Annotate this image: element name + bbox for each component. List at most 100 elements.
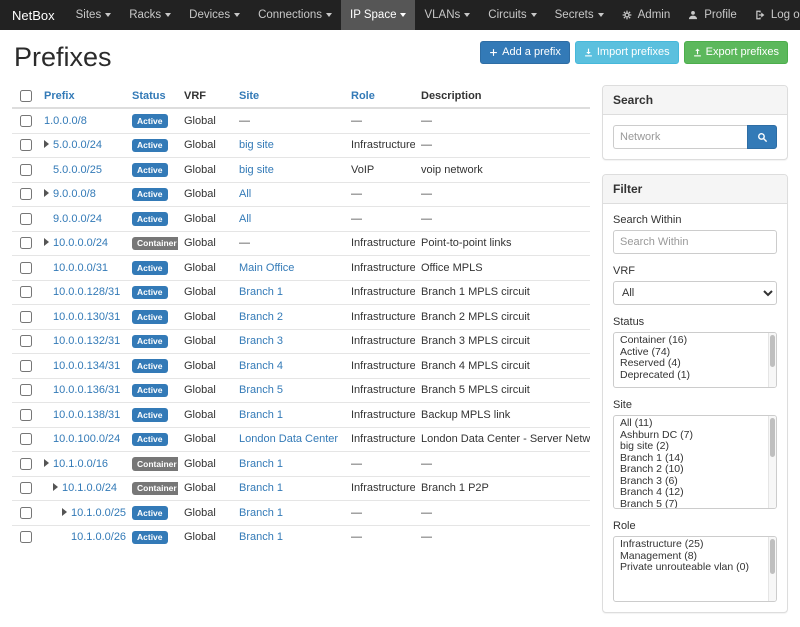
- site-link[interactable]: Branch 4: [239, 360, 283, 372]
- nav-item-log-out[interactable]: Log out: [746, 0, 800, 30]
- prefix-link[interactable]: 10.1.0.0/24: [62, 482, 117, 494]
- sort-link[interactable]: Site: [239, 90, 259, 102]
- option-reserved-4[interactable]: Reserved (4): [614, 358, 776, 370]
- prefix-link[interactable]: 10.0.0.0/31: [53, 262, 108, 274]
- nav-item-profile[interactable]: Profile: [679, 0, 746, 30]
- search-button[interactable]: [747, 125, 777, 149]
- prefix-link[interactable]: 10.0.0.130/31: [53, 311, 120, 323]
- expand-icon[interactable]: [44, 140, 49, 148]
- role-listbox[interactable]: Infrastructure (25)Management (8)Private…: [613, 536, 777, 602]
- site-link[interactable]: Branch 3: [239, 335, 283, 347]
- row-checkbox[interactable]: [20, 115, 32, 127]
- prefix-link[interactable]: 1.0.0.0/8: [44, 115, 87, 127]
- row-checkbox[interactable]: [20, 188, 32, 200]
- prefix-link[interactable]: 10.0.0.138/31: [53, 409, 120, 421]
- option-infrastructure-25[interactable]: Infrastructure (25): [614, 539, 776, 551]
- site-link[interactable]: Branch 5: [239, 384, 283, 396]
- select-all-checkbox[interactable]: [20, 90, 32, 102]
- row-checkbox[interactable]: [20, 409, 32, 421]
- status-listbox[interactable]: Container (16)Active (74)Reserved (4)Dep…: [613, 332, 777, 388]
- site-link[interactable]: big site: [239, 164, 274, 176]
- expand-icon[interactable]: [44, 189, 49, 197]
- row-checkbox[interactable]: [20, 360, 32, 372]
- row-checkbox[interactable]: [20, 433, 32, 445]
- option-active-74[interactable]: Active (74): [614, 347, 776, 359]
- prefix-link[interactable]: 10.0.0.0/24: [53, 237, 108, 249]
- row-checkbox[interactable]: [20, 311, 32, 323]
- nav-item-admin[interactable]: Admin: [613, 0, 680, 30]
- add-a-prefix-button[interactable]: Add a prefix: [480, 41, 570, 64]
- vrf-select[interactable]: All: [613, 281, 777, 305]
- option-branch-4-12[interactable]: Branch 4 (12): [614, 487, 776, 499]
- prefix-link[interactable]: 10.0.0.134/31: [53, 360, 120, 372]
- scrollbar[interactable]: [768, 416, 776, 508]
- search-within-input[interactable]: [613, 230, 777, 254]
- nav-item-racks[interactable]: Racks: [120, 0, 180, 30]
- site-link[interactable]: Branch 1: [239, 458, 283, 470]
- site-link[interactable]: London Data Center: [239, 433, 338, 445]
- sort-link[interactable]: Status: [132, 90, 166, 102]
- import-prefixes-button[interactable]: Import prefixes: [575, 41, 679, 64]
- site-link[interactable]: Branch 1: [239, 482, 283, 494]
- nav-item-ip-space[interactable]: IP Space: [341, 0, 415, 30]
- option-branch-3-6[interactable]: Branch 3 (6): [614, 476, 776, 488]
- expand-icon[interactable]: [44, 238, 49, 246]
- option-big-site-2[interactable]: big site (2): [614, 441, 776, 453]
- scrollbar[interactable]: [768, 333, 776, 387]
- site-listbox[interactable]: All (11)Ashburn DC (7)big site (2)Branch…: [613, 415, 777, 509]
- option-private-unrouteable-vlan-0[interactable]: Private unrouteable vlan (0): [614, 562, 776, 574]
- prefix-link[interactable]: 10.0.0.128/31: [53, 286, 120, 298]
- option-ashburn-dc-7[interactable]: Ashburn DC (7): [614, 430, 776, 442]
- site-link[interactable]: Branch 1: [239, 409, 283, 421]
- row-checkbox[interactable]: [20, 213, 32, 225]
- prefix-link[interactable]: 9.0.0.0/8: [53, 188, 96, 200]
- option-branch-1-14[interactable]: Branch 1 (14): [614, 453, 776, 465]
- site-link[interactable]: All: [239, 213, 251, 225]
- row-checkbox[interactable]: [20, 384, 32, 396]
- scrollbar[interactable]: [768, 537, 776, 601]
- prefix-link[interactable]: 10.1.0.0/25: [71, 507, 126, 519]
- prefix-link[interactable]: 5.0.0.0/24: [53, 139, 102, 151]
- row-checkbox[interactable]: [20, 335, 32, 347]
- site-link[interactable]: Branch 1: [239, 286, 283, 298]
- prefix-link[interactable]: 10.0.100.0/24: [53, 433, 120, 445]
- nav-item-secrets[interactable]: Secrets: [546, 0, 613, 30]
- sort-link[interactable]: Prefix: [44, 90, 75, 102]
- row-checkbox[interactable]: [20, 458, 32, 470]
- row-checkbox[interactable]: [20, 531, 32, 543]
- option-all-11[interactable]: All (11): [614, 418, 776, 430]
- nav-item-devices[interactable]: Devices: [180, 0, 249, 30]
- site-link[interactable]: Branch 1: [239, 531, 283, 543]
- nav-item-circuits[interactable]: Circuits: [479, 0, 545, 30]
- option-branch-2-10[interactable]: Branch 2 (10): [614, 464, 776, 476]
- nav-item-connections[interactable]: Connections: [249, 0, 341, 30]
- row-checkbox[interactable]: [20, 262, 32, 274]
- expand-icon[interactable]: [44, 459, 49, 467]
- prefix-link[interactable]: 10.0.0.136/31: [53, 384, 120, 396]
- option-management-8[interactable]: Management (8): [614, 551, 776, 563]
- row-checkbox[interactable]: [20, 482, 32, 494]
- site-link[interactable]: All: [239, 188, 251, 200]
- site-link[interactable]: Branch 2: [239, 311, 283, 323]
- export-prefixes-button[interactable]: Export prefixes: [684, 41, 788, 64]
- prefix-link[interactable]: 10.1.0.0/16: [53, 458, 108, 470]
- prefix-link[interactable]: 10.1.0.0/26: [71, 531, 126, 543]
- nav-item-sites[interactable]: Sites: [67, 0, 121, 30]
- row-checkbox[interactable]: [20, 237, 32, 249]
- site-link[interactable]: Branch 1: [239, 507, 283, 519]
- prefix-link[interactable]: 9.0.0.0/24: [53, 213, 102, 225]
- navbar-brand[interactable]: NetBox: [0, 0, 67, 30]
- site-link[interactable]: Main Office: [239, 262, 294, 274]
- option-branch-5-7[interactable]: Branch 5 (7): [614, 499, 776, 510]
- option-container-16[interactable]: Container (16): [614, 335, 776, 347]
- row-checkbox[interactable]: [20, 139, 32, 151]
- search-input[interactable]: [613, 125, 747, 149]
- row-checkbox[interactable]: [20, 164, 32, 176]
- row-checkbox[interactable]: [20, 286, 32, 298]
- site-link[interactable]: big site: [239, 139, 274, 151]
- sort-link[interactable]: Role: [351, 90, 375, 102]
- expand-icon[interactable]: [53, 483, 58, 491]
- option-deprecated-1[interactable]: Deprecated (1): [614, 370, 776, 382]
- prefix-link[interactable]: 10.0.0.132/31: [53, 335, 120, 347]
- expand-icon[interactable]: [62, 508, 67, 516]
